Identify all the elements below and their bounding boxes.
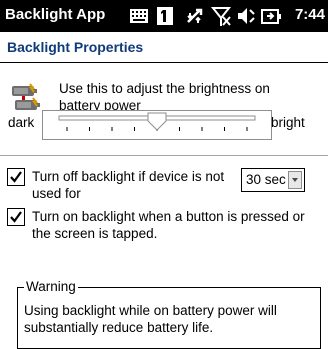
slider-max-label: bright <box>271 115 305 130</box>
battery-charging-icon[interactable] <box>260 0 282 32</box>
timeout-value: 30 sec <box>246 172 286 187</box>
dropdown-arrow-icon[interactable] <box>288 171 302 189</box>
checkmark-icon <box>10 171 22 183</box>
brightness-slider[interactable] <box>42 110 272 140</box>
warning-text: Using backlight while on battery power w… <box>24 303 277 335</box>
slider-thumb[interactable] <box>147 112 167 131</box>
checkmark-icon <box>10 211 22 223</box>
one-icon[interactable] <box>155 0 175 32</box>
backlight-on-checkbox[interactable] <box>7 208 25 226</box>
backlight-on-label: Turn on backlight when a button is press… <box>32 209 305 241</box>
brightness-slider-track[interactable] <box>43 111 271 139</box>
warning-legend: Warning <box>24 279 78 295</box>
title-bar: Backlight App 7:44 <box>0 0 328 32</box>
page-title: Backlight Properties <box>7 39 144 55</box>
backlight-off-checkbox[interactable] <box>7 168 25 186</box>
no-signal-icon[interactable] <box>210 0 232 32</box>
app-title: Backlight App <box>5 6 106 23</box>
volume-icon[interactable] <box>235 0 257 32</box>
slider-min-label: dark <box>8 115 35 130</box>
battery-power-icon <box>10 82 44 119</box>
timeout-select[interactable]: 30 sec <box>241 168 305 192</box>
clock[interactable]: 7:44 <box>295 6 325 23</box>
connectivity-icon[interactable] <box>184 0 206 32</box>
warning-group: Warning Using backlight while on battery… <box>17 279 321 349</box>
section-divider <box>0 155 328 156</box>
keyboard-icon[interactable] <box>128 0 150 32</box>
intro-description: Use this to adjust the brightness on bat… <box>59 81 270 113</box>
page-header: Backlight Properties <box>0 32 328 63</box>
backlight-off-label: Turn off backlight if device is not used… <box>32 169 225 201</box>
